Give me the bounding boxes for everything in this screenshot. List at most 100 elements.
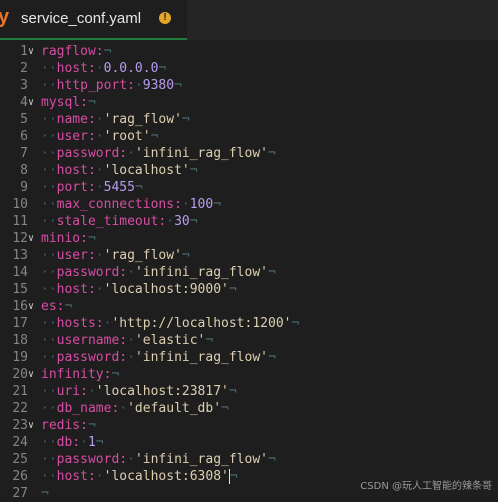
yaml-value: 9380	[142, 78, 175, 93]
space-marker: ·	[127, 146, 135, 161]
code-editor[interactable]: ragflow:¬ ··host:·0.0.0.0¬ ··http_port:·93…	[41, 41, 498, 501]
line-number: 15	[12, 282, 28, 297]
yaml-colon: :	[127, 78, 135, 93]
yaml-value: 'http://localhost:1200'	[111, 316, 292, 331]
code-line[interactable]: redis:¬	[41, 417, 96, 434]
line-number: 7	[20, 146, 28, 161]
code-line[interactable]: ··db_name:·'default_db'¬	[41, 400, 229, 417]
indent-whitespace: ··	[41, 265, 57, 280]
code-line[interactable]: ragflow:¬	[41, 43, 111, 60]
newline-marker: ¬	[229, 469, 238, 484]
warning-icon[interactable]: !	[159, 12, 171, 24]
indent-whitespace: ··	[41, 401, 57, 416]
code-line[interactable]: ··name:·'rag_flow'¬	[41, 111, 190, 128]
newline-marker: ¬	[87, 418, 96, 433]
yaml-key: port	[56, 180, 88, 195]
newline-marker: ¬	[268, 146, 276, 161]
code-line[interactable]: ··password:·'infini_rag_flow'¬	[41, 349, 276, 366]
newline-marker: ¬	[134, 180, 143, 195]
code-line[interactable]: ··password:·'infini_rag_flow'¬	[41, 451, 276, 468]
line-number: 23	[12, 418, 28, 433]
yaml-value: 'default_db'	[127, 401, 222, 416]
indent-whitespace: ··	[41, 197, 57, 212]
yaml-key: name	[56, 112, 88, 127]
code-line[interactable]: mysql:¬	[41, 94, 96, 111]
code-line[interactable]: minio:¬	[41, 230, 96, 247]
fold-chevron-icon[interactable]: ∨	[28, 298, 38, 315]
yaml-key: host	[56, 163, 88, 178]
newline-marker: ¬	[87, 231, 96, 246]
line-number: 10	[12, 197, 28, 212]
code-line[interactable]: ··host:·'localhost:9000'¬	[41, 281, 237, 298]
indent-whitespace: ··	[41, 163, 57, 178]
tab-service-conf-yaml[interactable]: y service_conf.yaml !	[0, 0, 187, 40]
yaml-key: host	[56, 61, 88, 76]
space-marker: ·	[95, 61, 104, 76]
code-line[interactable]: ··user:·'root'¬	[41, 128, 158, 145]
yaml-colon: :	[80, 95, 88, 110]
yaml-colon: :	[72, 435, 81, 450]
yaml-value: 'elastic'	[134, 333, 206, 348]
newline-marker: ¬	[150, 129, 159, 144]
code-line[interactable]: ··port:·5455¬	[41, 179, 143, 196]
fold-chevron-icon[interactable]: ∨	[28, 230, 38, 247]
yaml-value: 'root'	[103, 129, 151, 144]
newline-marker: ¬	[41, 486, 49, 501]
newline-marker: ¬	[221, 401, 229, 416]
indent-whitespace: ··	[41, 129, 57, 144]
code-line[interactable]: ··stale_timeout:·30¬	[41, 213, 198, 230]
code-line[interactable]: ··user:·'rag_flow'¬	[41, 247, 190, 264]
code-line[interactable]: ··password:·'infini_rag_flow'¬	[41, 264, 276, 281]
code-line[interactable]: ··host:·0.0.0.0¬	[41, 60, 166, 77]
line-number: 12	[12, 231, 28, 246]
yaml-value: 5455	[103, 180, 135, 195]
watermark: CSDN @玩人工智能的辣条哥	[360, 481, 492, 492]
code-line[interactable]: ··password:·'infini_rag_flow'¬	[41, 145, 276, 162]
line-number: 17	[12, 316, 28, 331]
code-line[interactable]: ··username:·'elastic'¬	[41, 332, 213, 349]
newline-marker: ¬	[268, 350, 276, 365]
fold-chevron-icon[interactable]: ∨	[28, 417, 38, 434]
code-line[interactable]: ··hosts:·'http://localhost:1200'¬	[41, 315, 299, 332]
space-marker: ·	[134, 78, 143, 93]
newline-marker: ¬	[205, 333, 214, 348]
code-line[interactable]: infinity:¬	[41, 366, 119, 383]
yaml-value: 'rag_flow'	[103, 112, 182, 127]
code-line[interactable]: ¬	[41, 485, 49, 502]
yaml-value: 'infini_rag_flow'	[134, 146, 268, 161]
yaml-colon: :	[95, 44, 104, 59]
indent-whitespace: ··	[41, 469, 57, 484]
line-number: 24	[12, 435, 28, 450]
code-line[interactable]: ··max_connections:·100¬	[41, 196, 221, 213]
code-line[interactable]: ··db:·1¬	[41, 434, 104, 451]
space-marker: ·	[127, 452, 135, 467]
space-marker: ·	[127, 333, 135, 348]
indent-whitespace: ··	[41, 282, 57, 297]
code-line[interactable]: ··host:·'localhost'¬	[41, 162, 198, 179]
fold-chevron-icon[interactable]: ∨	[28, 94, 38, 111]
code-line[interactable]: ··http_port:·9380¬	[41, 77, 182, 94]
yaml-value: 30	[174, 214, 190, 229]
space-marker: ·	[166, 214, 175, 229]
space-marker: ·	[119, 401, 128, 416]
code-line[interactable]: ··uri:·'localhost:23817'¬	[41, 383, 237, 400]
yaml-value: 'localhost'	[103, 163, 190, 178]
newline-marker: ¬	[181, 112, 190, 127]
newline-marker: ¬	[87, 95, 96, 110]
yaml-key: user	[56, 248, 88, 263]
newline-marker: ¬	[181, 248, 190, 263]
code-line[interactable]: ··host:·'localhost:6308'¬	[41, 468, 238, 485]
newline-marker: ¬	[103, 44, 112, 59]
newline-marker: ¬	[174, 78, 182, 93]
indent-whitespace: ··	[41, 146, 57, 161]
indent-whitespace: ··	[41, 350, 57, 365]
yaml-colon: :	[87, 282, 96, 297]
code-line[interactable]: es:¬	[41, 298, 72, 315]
fold-chevron-icon[interactable]: ∨	[28, 366, 38, 383]
space-marker: ·	[95, 163, 104, 178]
indent-whitespace: ··	[41, 180, 57, 195]
space-marker: ·	[95, 282, 104, 297]
yaml-colon: :	[119, 350, 128, 365]
yaml-value: 100	[189, 197, 214, 212]
fold-chevron-icon[interactable]: ∨	[28, 43, 38, 60]
